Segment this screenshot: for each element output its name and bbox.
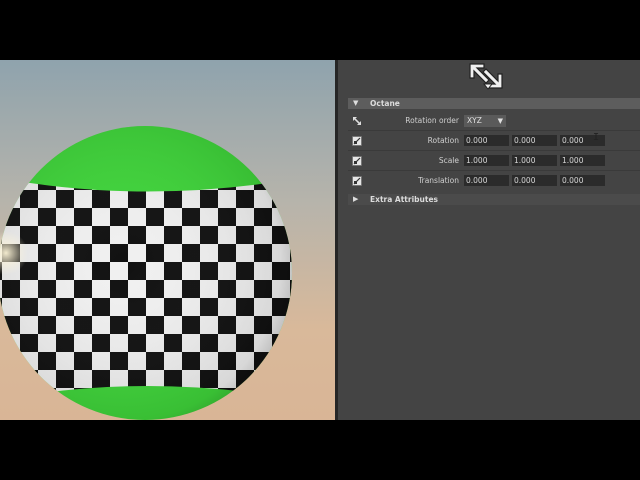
connect-attribute-icon[interactable] bbox=[352, 136, 362, 146]
checker-sphere-render bbox=[0, 126, 292, 420]
rotation-x-field[interactable]: 0.000 bbox=[464, 135, 509, 146]
transform-node-icon[interactable] bbox=[352, 116, 362, 126]
translation-z-field[interactable]: 0.000 bbox=[560, 175, 605, 186]
row-divider bbox=[348, 130, 640, 131]
rotation-order-row: Rotation order XYZ ▼ bbox=[348, 113, 640, 129]
chevron-down-icon: ▼ bbox=[497, 117, 503, 125]
translation-row: Translation 0.000 0.000 0.000 bbox=[348, 173, 640, 189]
translation-y-field[interactable]: 0.000 bbox=[512, 175, 557, 186]
section-octane[interactable]: ▼ Octane bbox=[348, 98, 640, 109]
rotation-order-label: Rotation order bbox=[405, 116, 459, 125]
rotation-y-field[interactable]: 0.000 bbox=[512, 135, 557, 146]
row-divider bbox=[348, 150, 640, 151]
attribute-editor-panel: ▼ Octane Rotation order XYZ ▼ Rotation 0… bbox=[338, 60, 640, 420]
rotation-order-value: XYZ bbox=[467, 116, 482, 125]
render-viewport[interactable] bbox=[0, 60, 335, 420]
connect-attribute-icon[interactable] bbox=[352, 176, 362, 186]
section-extra-attributes-title: Extra Attributes bbox=[370, 195, 439, 204]
scale-y-field[interactable]: 1.000 bbox=[512, 155, 557, 166]
translation-label: Translation bbox=[418, 176, 459, 185]
rotation-label: Rotation bbox=[427, 136, 459, 145]
expand-arrow-icon[interactable]: ▶ bbox=[353, 195, 358, 203]
row-divider bbox=[348, 170, 640, 171]
scale-z-field[interactable]: 1.000 bbox=[560, 155, 605, 166]
text-cursor-icon: I bbox=[593, 132, 600, 143]
letterbox-top bbox=[0, 0, 640, 60]
section-octane-title: Octane bbox=[370, 99, 400, 108]
collapse-arrow-icon[interactable]: ▼ bbox=[353, 99, 358, 107]
translation-x-field[interactable]: 0.000 bbox=[464, 175, 509, 186]
section-extra-attributes[interactable]: ▶ Extra Attributes bbox=[348, 194, 640, 205]
scale-row: Scale 1.000 1.000 1.000 bbox=[348, 153, 640, 169]
letterbox-bottom bbox=[0, 420, 640, 480]
transform-node-icon bbox=[462, 60, 510, 90]
scale-label: Scale bbox=[438, 156, 459, 165]
scale-x-field[interactable]: 1.000 bbox=[464, 155, 509, 166]
rotation-order-dropdown[interactable]: XYZ ▼ bbox=[464, 115, 506, 127]
connect-attribute-icon[interactable] bbox=[352, 156, 362, 166]
